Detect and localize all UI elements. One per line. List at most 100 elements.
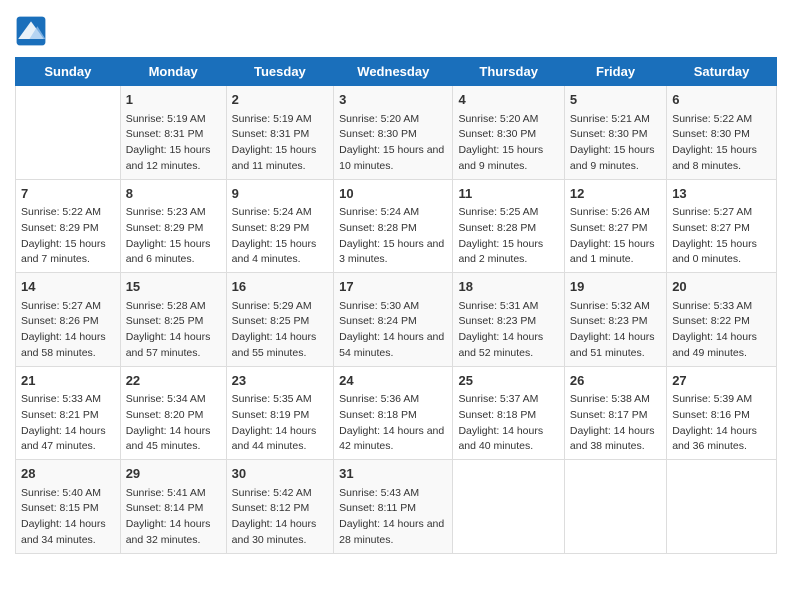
day-info: Sunrise: 5:37 AMSunset: 8:18 PMDaylight:…	[458, 392, 558, 455]
day-info: Sunrise: 5:29 AMSunset: 8:25 PMDaylight:…	[232, 299, 329, 362]
day-number: 11	[458, 184, 558, 204]
day-info: Sunrise: 5:33 AMSunset: 8:22 PMDaylight:…	[672, 299, 771, 362]
day-number: 2	[232, 90, 329, 110]
day-info: Sunrise: 5:21 AMSunset: 8:30 PMDaylight:…	[570, 112, 661, 175]
calendar-table: SundayMondayTuesdayWednesdayThursdayFrid…	[15, 57, 777, 554]
calendar-cell: 14Sunrise: 5:27 AMSunset: 8:26 PMDayligh…	[16, 273, 121, 367]
day-number: 14	[21, 277, 115, 297]
day-number: 22	[126, 371, 221, 391]
day-info: Sunrise: 5:43 AMSunset: 8:11 PMDaylight:…	[339, 486, 447, 549]
day-number: 17	[339, 277, 447, 297]
day-info: Sunrise: 5:42 AMSunset: 8:12 PMDaylight:…	[232, 486, 329, 549]
calendar-cell: 22Sunrise: 5:34 AMSunset: 8:20 PMDayligh…	[120, 366, 226, 460]
calendar-header: SundayMondayTuesdayWednesdayThursdayFrid…	[16, 58, 777, 86]
day-info: Sunrise: 5:32 AMSunset: 8:23 PMDaylight:…	[570, 299, 661, 362]
day-number: 16	[232, 277, 329, 297]
calendar-body: 1Sunrise: 5:19 AMSunset: 8:31 PMDaylight…	[16, 86, 777, 554]
day-info: Sunrise: 5:25 AMSunset: 8:28 PMDaylight:…	[458, 205, 558, 268]
day-number: 28	[21, 464, 115, 484]
day-number: 19	[570, 277, 661, 297]
day-number: 4	[458, 90, 558, 110]
logo	[15, 15, 51, 47]
day-info: Sunrise: 5:22 AMSunset: 8:30 PMDaylight:…	[672, 112, 771, 175]
day-number: 26	[570, 371, 661, 391]
day-info: Sunrise: 5:22 AMSunset: 8:29 PMDaylight:…	[21, 205, 115, 268]
day-info: Sunrise: 5:24 AMSunset: 8:28 PMDaylight:…	[339, 205, 447, 268]
day-info: Sunrise: 5:41 AMSunset: 8:14 PMDaylight:…	[126, 486, 221, 549]
day-info: Sunrise: 5:38 AMSunset: 8:17 PMDaylight:…	[570, 392, 661, 455]
calendar-cell: 7Sunrise: 5:22 AMSunset: 8:29 PMDaylight…	[16, 179, 121, 273]
calendar-cell: 27Sunrise: 5:39 AMSunset: 8:16 PMDayligh…	[667, 366, 777, 460]
day-number: 18	[458, 277, 558, 297]
calendar-cell: 23Sunrise: 5:35 AMSunset: 8:19 PMDayligh…	[226, 366, 334, 460]
calendar-cell: 2Sunrise: 5:19 AMSunset: 8:31 PMDaylight…	[226, 86, 334, 180]
calendar-cell: 31Sunrise: 5:43 AMSunset: 8:11 PMDayligh…	[334, 460, 453, 554]
day-info: Sunrise: 5:28 AMSunset: 8:25 PMDaylight:…	[126, 299, 221, 362]
day-info: Sunrise: 5:19 AMSunset: 8:31 PMDaylight:…	[126, 112, 221, 175]
calendar-cell: 1Sunrise: 5:19 AMSunset: 8:31 PMDaylight…	[120, 86, 226, 180]
header-row: SundayMondayTuesdayWednesdayThursdayFrid…	[16, 58, 777, 86]
week-row-4: 21Sunrise: 5:33 AMSunset: 8:21 PMDayligh…	[16, 366, 777, 460]
day-info: Sunrise: 5:30 AMSunset: 8:24 PMDaylight:…	[339, 299, 447, 362]
day-number: 27	[672, 371, 771, 391]
day-info: Sunrise: 5:34 AMSunset: 8:20 PMDaylight:…	[126, 392, 221, 455]
calendar-cell: 30Sunrise: 5:42 AMSunset: 8:12 PMDayligh…	[226, 460, 334, 554]
day-info: Sunrise: 5:19 AMSunset: 8:31 PMDaylight:…	[232, 112, 329, 175]
day-number: 10	[339, 184, 447, 204]
day-info: Sunrise: 5:40 AMSunset: 8:15 PMDaylight:…	[21, 486, 115, 549]
day-number: 24	[339, 371, 447, 391]
day-info: Sunrise: 5:26 AMSunset: 8:27 PMDaylight:…	[570, 205, 661, 268]
day-number: 21	[21, 371, 115, 391]
header-day-saturday: Saturday	[667, 58, 777, 86]
header-day-wednesday: Wednesday	[334, 58, 453, 86]
day-info: Sunrise: 5:24 AMSunset: 8:29 PMDaylight:…	[232, 205, 329, 268]
day-number: 29	[126, 464, 221, 484]
day-number: 15	[126, 277, 221, 297]
day-number: 6	[672, 90, 771, 110]
calendar-cell: 16Sunrise: 5:29 AMSunset: 8:25 PMDayligh…	[226, 273, 334, 367]
calendar-cell: 6Sunrise: 5:22 AMSunset: 8:30 PMDaylight…	[667, 86, 777, 180]
calendar-cell: 15Sunrise: 5:28 AMSunset: 8:25 PMDayligh…	[120, 273, 226, 367]
logo-icon	[15, 15, 47, 47]
week-row-5: 28Sunrise: 5:40 AMSunset: 8:15 PMDayligh…	[16, 460, 777, 554]
calendar-cell: 20Sunrise: 5:33 AMSunset: 8:22 PMDayligh…	[667, 273, 777, 367]
calendar-cell: 8Sunrise: 5:23 AMSunset: 8:29 PMDaylight…	[120, 179, 226, 273]
day-number: 23	[232, 371, 329, 391]
calendar-cell: 29Sunrise: 5:41 AMSunset: 8:14 PMDayligh…	[120, 460, 226, 554]
day-number: 13	[672, 184, 771, 204]
calendar-cell: 25Sunrise: 5:37 AMSunset: 8:18 PMDayligh…	[453, 366, 564, 460]
day-info: Sunrise: 5:35 AMSunset: 8:19 PMDaylight:…	[232, 392, 329, 455]
day-info: Sunrise: 5:27 AMSunset: 8:26 PMDaylight:…	[21, 299, 115, 362]
day-info: Sunrise: 5:20 AMSunset: 8:30 PMDaylight:…	[339, 112, 447, 175]
day-info: Sunrise: 5:20 AMSunset: 8:30 PMDaylight:…	[458, 112, 558, 175]
calendar-cell: 12Sunrise: 5:26 AMSunset: 8:27 PMDayligh…	[564, 179, 666, 273]
day-number: 31	[339, 464, 447, 484]
calendar-cell: 28Sunrise: 5:40 AMSunset: 8:15 PMDayligh…	[16, 460, 121, 554]
day-info: Sunrise: 5:39 AMSunset: 8:16 PMDaylight:…	[672, 392, 771, 455]
calendar-cell	[667, 460, 777, 554]
calendar-cell: 10Sunrise: 5:24 AMSunset: 8:28 PMDayligh…	[334, 179, 453, 273]
calendar-cell: 11Sunrise: 5:25 AMSunset: 8:28 PMDayligh…	[453, 179, 564, 273]
calendar-cell: 5Sunrise: 5:21 AMSunset: 8:30 PMDaylight…	[564, 86, 666, 180]
calendar-cell: 17Sunrise: 5:30 AMSunset: 8:24 PMDayligh…	[334, 273, 453, 367]
day-number: 1	[126, 90, 221, 110]
calendar-cell: 21Sunrise: 5:33 AMSunset: 8:21 PMDayligh…	[16, 366, 121, 460]
calendar-cell	[564, 460, 666, 554]
day-number: 30	[232, 464, 329, 484]
calendar-cell: 3Sunrise: 5:20 AMSunset: 8:30 PMDaylight…	[334, 86, 453, 180]
calendar-cell: 18Sunrise: 5:31 AMSunset: 8:23 PMDayligh…	[453, 273, 564, 367]
calendar-cell: 4Sunrise: 5:20 AMSunset: 8:30 PMDaylight…	[453, 86, 564, 180]
calendar-cell: 26Sunrise: 5:38 AMSunset: 8:17 PMDayligh…	[564, 366, 666, 460]
calendar-cell: 24Sunrise: 5:36 AMSunset: 8:18 PMDayligh…	[334, 366, 453, 460]
day-info: Sunrise: 5:36 AMSunset: 8:18 PMDaylight:…	[339, 392, 447, 455]
day-number: 8	[126, 184, 221, 204]
week-row-1: 1Sunrise: 5:19 AMSunset: 8:31 PMDaylight…	[16, 86, 777, 180]
calendar-cell	[453, 460, 564, 554]
page-header	[15, 15, 777, 47]
day-number: 25	[458, 371, 558, 391]
header-day-monday: Monday	[120, 58, 226, 86]
day-number: 3	[339, 90, 447, 110]
header-day-sunday: Sunday	[16, 58, 121, 86]
calendar-cell: 19Sunrise: 5:32 AMSunset: 8:23 PMDayligh…	[564, 273, 666, 367]
calendar-cell	[16, 86, 121, 180]
